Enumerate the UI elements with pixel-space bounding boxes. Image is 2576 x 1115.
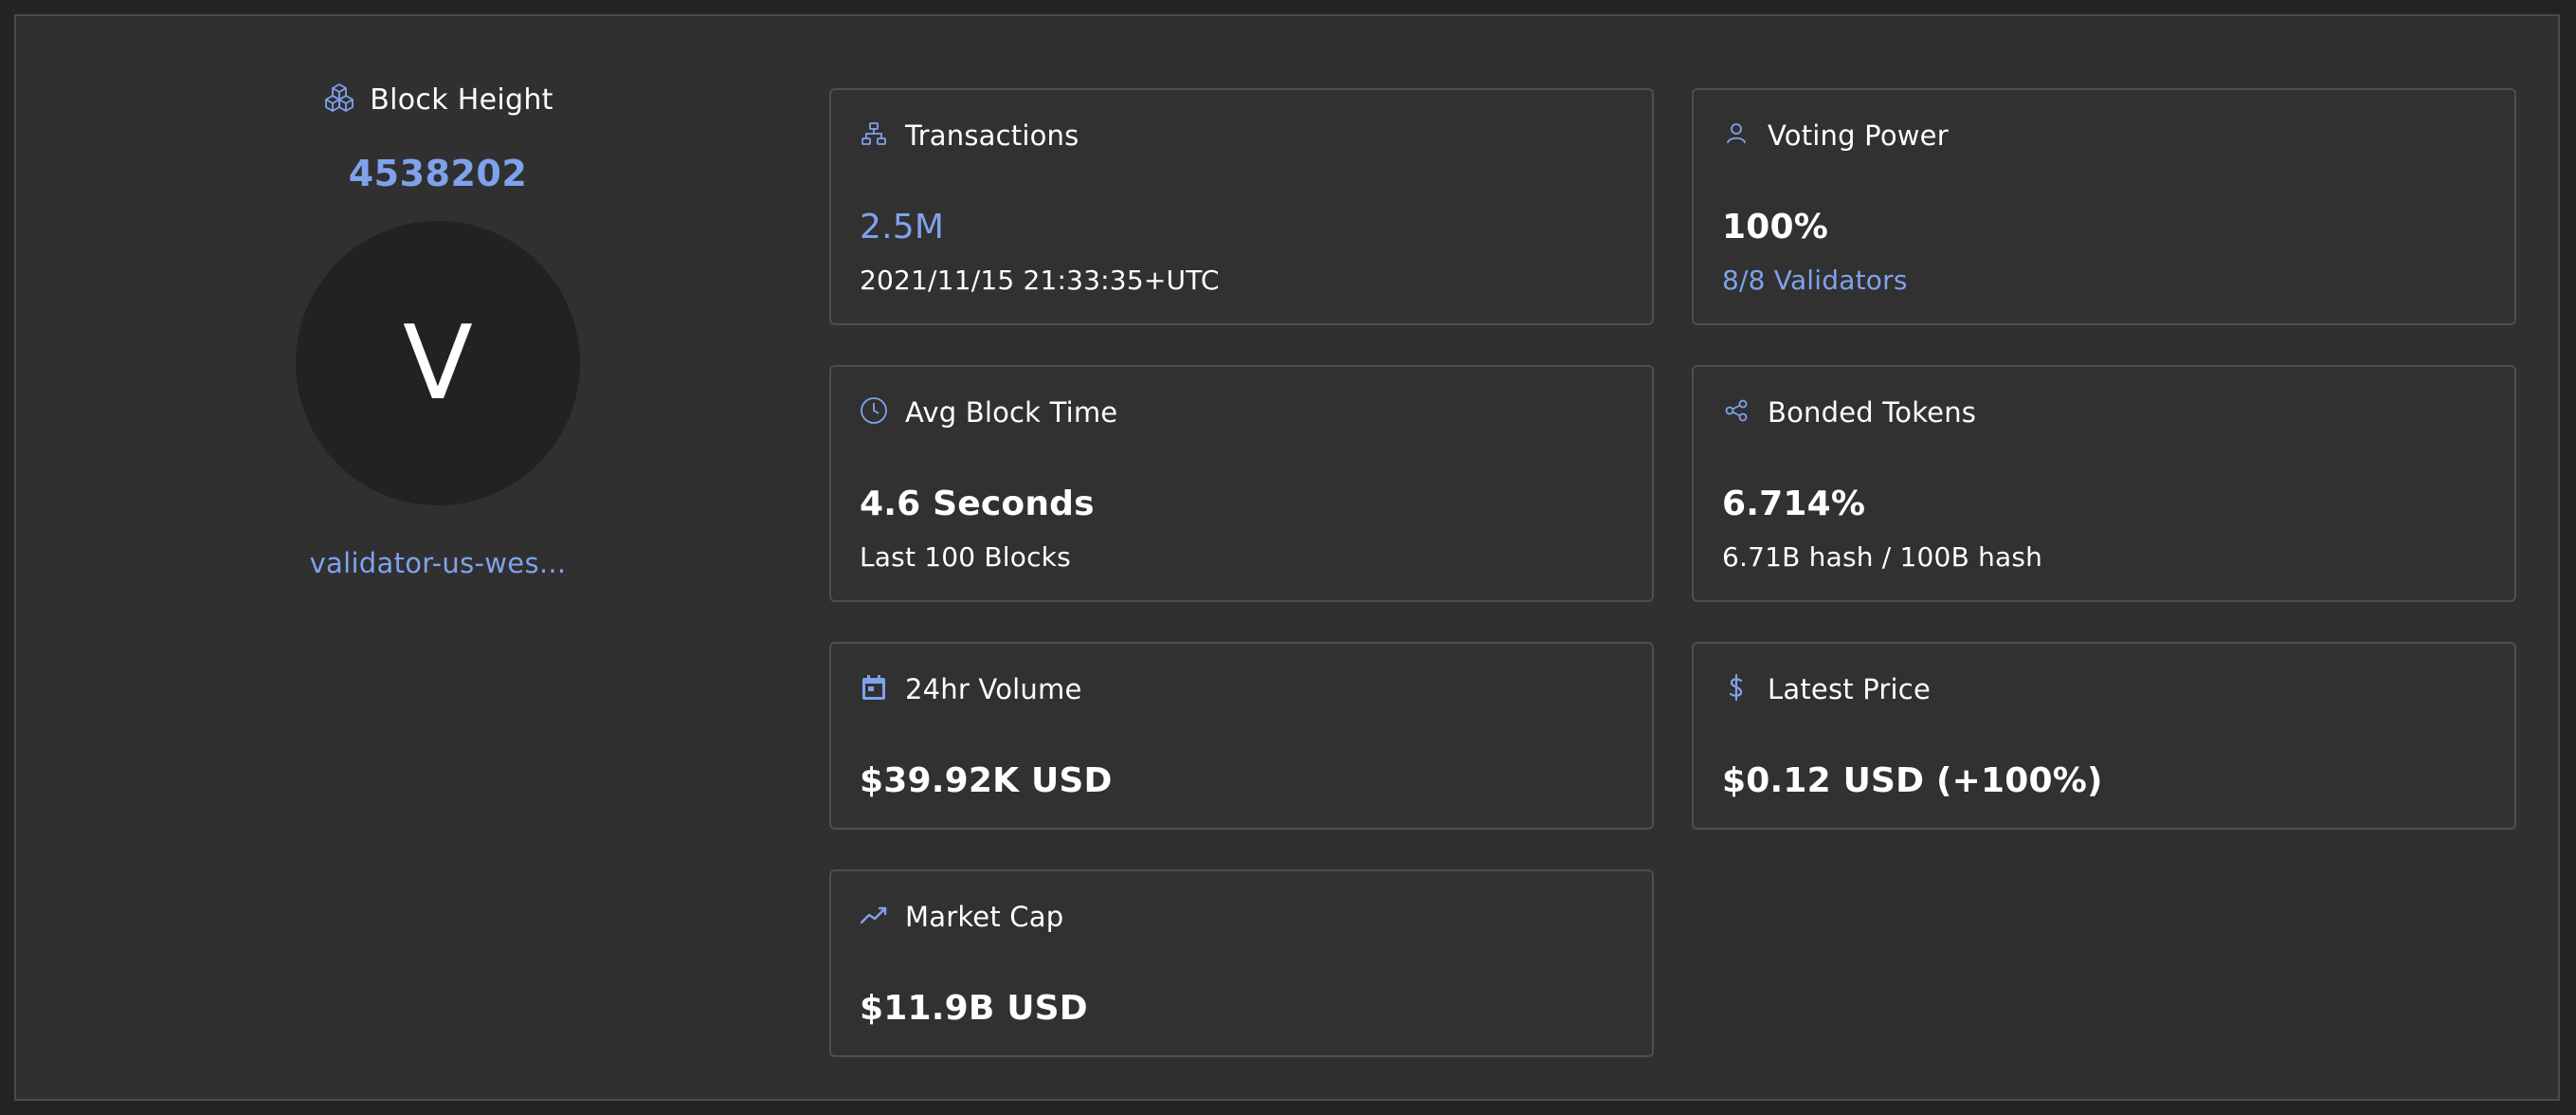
avg-block-time-sub: Last 100 Blocks [860,541,1071,573]
validators-count-link[interactable]: 8/8 Validators [1722,265,1908,296]
transactions-value: 2.5M [860,208,945,247]
clock-icon [858,394,890,430]
voting-power-card: Voting Power 100% 8/8 Validators [1692,88,2516,325]
card-title: Latest Price [1768,673,1931,705]
validator-moniker-link[interactable]: validator-us-wes... [310,547,567,579]
latest-price-value: $0.12 USD (+100%) [1722,761,2103,800]
card-title: 24hr Volume [905,673,1082,705]
dollar-icon [1720,671,1752,707]
calendar-icon [858,671,890,707]
dashboard-panel: Block Height 4538202 V validator-us-wes.… [14,14,2560,1101]
voting-power-value: 100% [1722,208,1829,247]
transactions-timestamp: 2021/11/15 21:33:35+UTC [860,265,1220,296]
sitemap-icon [858,118,890,154]
share-nodes-icon [1720,394,1752,430]
card-header: Latest Price [1720,670,1931,708]
transactions-card: Transactions 2.5M 2021/11/15 21:33:35+UT… [829,88,1654,325]
avg-block-time-card: Avg Block Time 4.6 Seconds Last 100 Bloc… [829,365,1654,602]
card-header: Voting Power [1720,117,1949,155]
bonded-tokens-card: Bonded Tokens 6.714% 6.71B hash / 100B h… [1692,365,2516,602]
card-header: Bonded Tokens [1720,393,1976,431]
trend-line-icon [858,899,890,935]
card-header: 24hr Volume [858,670,1081,708]
market-cap-card: Market Cap $11.9B USD [829,869,1654,1057]
block-height-section: Block Height 4538202 V validator-us-wes.… [263,73,613,579]
avatar-letter: V [403,303,473,423]
volume-value: $39.92K USD [860,761,1113,800]
validator-avatar[interactable]: V [296,221,580,505]
card-title: Market Cap [905,901,1064,933]
card-header: Market Cap [858,898,1063,936]
card-title: Voting Power [1768,119,1949,152]
block-height-header: Block Height [322,73,553,126]
avg-block-time-value: 4.6 Seconds [860,484,1095,523]
market-cap-value: $11.9B USD [860,989,1088,1028]
card-title: Bonded Tokens [1768,396,1977,429]
block-height-label: Block Height [370,82,553,117]
card-title: Avg Block Time [905,396,1118,429]
bonded-tokens-value: 6.714% [1722,484,1866,523]
cubes-icon [322,81,356,119]
card-header: Avg Block Time [858,393,1117,431]
bonded-tokens-sub: 6.71B hash / 100B hash [1722,541,2043,573]
volume-card: 24hr Volume $39.92K USD [829,642,1654,830]
card-header: Transactions [858,117,1079,155]
user-icon [1720,118,1752,154]
card-title: Transactions [905,119,1079,152]
block-height-value[interactable]: 4538202 [349,153,528,194]
latest-price-card: Latest Price $0.12 USD (+100%) [1692,642,2516,830]
